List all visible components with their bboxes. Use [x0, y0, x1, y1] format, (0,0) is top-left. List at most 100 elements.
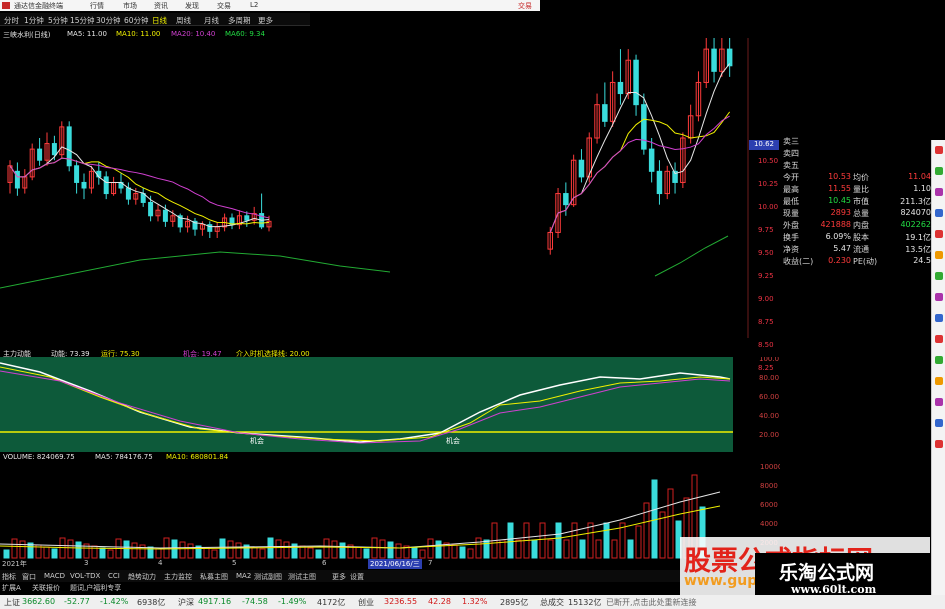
indicator-tab-10[interactable]: 测试主图 — [288, 572, 316, 582]
quote-row: 卖五 — [783, 160, 931, 172]
toolbar-tool-icon[interactable] — [935, 356, 943, 364]
indicator-tab-2[interactable]: MACD — [44, 572, 65, 580]
volume-bar — [427, 538, 434, 559]
period-tab-4[interactable]: 30分钟 — [96, 15, 121, 26]
period-tab-10[interactable]: 更多 — [258, 15, 273, 26]
cy-index-name[interactable]: 创业 — [358, 597, 374, 608]
candle-body — [148, 201, 154, 217]
toolbar-tool-icon[interactable] — [935, 419, 943, 427]
quote-label-2: 股本 — [853, 233, 869, 242]
toolbar-tool-icon[interactable] — [935, 188, 943, 196]
quote-label: 最低 — [783, 197, 799, 206]
hs-index-pct: -1.49% — [278, 597, 307, 606]
hs-index-name[interactable]: 沪深 — [178, 597, 194, 608]
volume-bar — [451, 544, 458, 559]
toolbar-tool-icon[interactable] — [935, 335, 943, 343]
ma60-line — [654, 235, 729, 277]
period-tab-8[interactable]: 月线 — [204, 15, 219, 26]
indicator-tab-12[interactable]: 设置 — [350, 572, 364, 582]
price-axis-label: 10.00 — [758, 203, 779, 211]
candle-body — [103, 176, 109, 195]
tab-related-quotes[interactable]: 关联报价 — [32, 583, 60, 593]
quote-value: 421888 — [820, 220, 851, 229]
indicator-tab-1[interactable]: 窗口 — [22, 572, 36, 582]
toolbar-tool-icon[interactable] — [935, 167, 943, 175]
volume-bar — [107, 549, 114, 559]
indicator-tab-4[interactable]: CCI — [108, 572, 120, 580]
indicator-tab-9[interactable]: 测试副图 — [254, 572, 282, 582]
period-tab-3[interactable]: 15分钟 — [70, 15, 95, 26]
indicator-tab-5[interactable]: 趋势动力 — [128, 572, 156, 582]
quote-label-2: PE(动) — [853, 257, 878, 266]
toolbar-tool-icon[interactable] — [935, 377, 943, 385]
toolbar-tool-icon[interactable] — [935, 251, 943, 259]
quote-value-2: 11.04 — [908, 172, 931, 181]
period-tab-5[interactable]: 60分钟 — [124, 15, 149, 26]
menu-trade[interactable]: 交易 — [217, 1, 231, 11]
trade-link[interactable]: 交易 — [518, 1, 532, 11]
price-chart — [0, 38, 749, 338]
toolbar-tool-icon[interactable] — [935, 209, 943, 217]
quote-label: 卖三 — [783, 137, 799, 146]
period-tab-1[interactable]: 1分钟 — [24, 15, 44, 26]
volume-value: VOLUME: 824069.75 — [3, 453, 75, 461]
volume-bar — [211, 549, 218, 559]
volume-axis-label: 8000 — [760, 482, 778, 490]
volume-bar — [603, 522, 610, 559]
indicator-tab-3[interactable]: VOL-TDX — [70, 572, 100, 580]
quote-label: 换手 — [783, 233, 799, 242]
volume-bar — [387, 541, 394, 559]
toolbar-tool-icon[interactable] — [935, 230, 943, 238]
toolbar-tool-icon[interactable] — [935, 314, 943, 322]
indicator-tab-6[interactable]: 主力监控 — [164, 572, 192, 582]
menu-market[interactable]: 市场 — [123, 1, 137, 11]
quote-row: 外盘 421888 内盘 402262 — [783, 220, 931, 232]
period-tab-0[interactable]: 分时 — [4, 15, 19, 26]
candle-body — [641, 104, 647, 150]
toolbar-tool-icon[interactable] — [935, 293, 943, 301]
tab-extend-a[interactable]: 扩展A — [2, 583, 21, 593]
quote-row: 最低 10.45 市值 211.3亿 — [783, 196, 931, 208]
date-month-5: 5 — [232, 559, 237, 567]
connection-note[interactable]: 已断开,点击此处重新连接 — [606, 597, 697, 608]
indicator-axis-label: 20.00 — [759, 431, 779, 439]
indicator-tab-0[interactable]: 指标 — [2, 572, 16, 582]
sh-index-name[interactable]: 上证 — [4, 597, 20, 608]
toolbar-tool-icon[interactable] — [935, 272, 943, 280]
period-tab-6[interactable]: 日线 — [152, 15, 167, 26]
date-month-7: 7 — [428, 559, 433, 567]
menu-news[interactable]: 资讯 — [154, 1, 168, 11]
candle-body — [711, 48, 717, 72]
menu-discover[interactable]: 发现 — [185, 1, 199, 11]
menu-l2[interactable]: L2 — [250, 1, 258, 9]
candle-body — [726, 48, 733, 67]
volume-bar — [307, 547, 314, 559]
volume-bar — [139, 544, 146, 559]
date-axis: 2021年 3 4 5 6 2021/06/16/三 7 — [0, 559, 680, 569]
sh-index-pct: -1.42% — [100, 597, 129, 606]
period-tab-9[interactable]: 多周期 — [228, 15, 251, 26]
quote-value: 10.45 — [828, 196, 851, 205]
volume-bar — [259, 548, 266, 559]
ma5-line — [549, 63, 731, 233]
candle-body — [81, 181, 87, 189]
toolbar-tool-icon[interactable] — [935, 146, 943, 154]
indicator-tab-11[interactable]: 更多 — [332, 572, 346, 582]
volume-bar — [75, 541, 82, 559]
indicator-tab-8[interactable]: MA2 — [236, 572, 251, 580]
candle-body — [648, 148, 655, 172]
indicator-tab-7[interactable]: 私募主图 — [200, 572, 228, 582]
price-axis-label: 10.25 — [758, 180, 779, 188]
period-tab-2[interactable]: 5分钟 — [48, 15, 68, 26]
ma60-value: MA60: 9.34 — [225, 30, 265, 38]
quote-row: 现量 2893 总量 824070 — [783, 208, 931, 220]
volume-bar — [515, 539, 522, 559]
quote-row: 换手 6.09% 股本 19.1亿 — [783, 232, 931, 244]
period-tab-7[interactable]: 周线 — [176, 15, 191, 26]
toolbar-tool-icon[interactable] — [935, 440, 943, 448]
tab-user-benefit[interactable]: 题词,户福利专享 — [70, 583, 121, 593]
toolbar-tool-icon[interactable] — [935, 398, 943, 406]
volume-bar — [235, 542, 242, 559]
quote-label: 最高 — [783, 185, 799, 194]
menu-quotes[interactable]: 行情 — [90, 1, 104, 11]
